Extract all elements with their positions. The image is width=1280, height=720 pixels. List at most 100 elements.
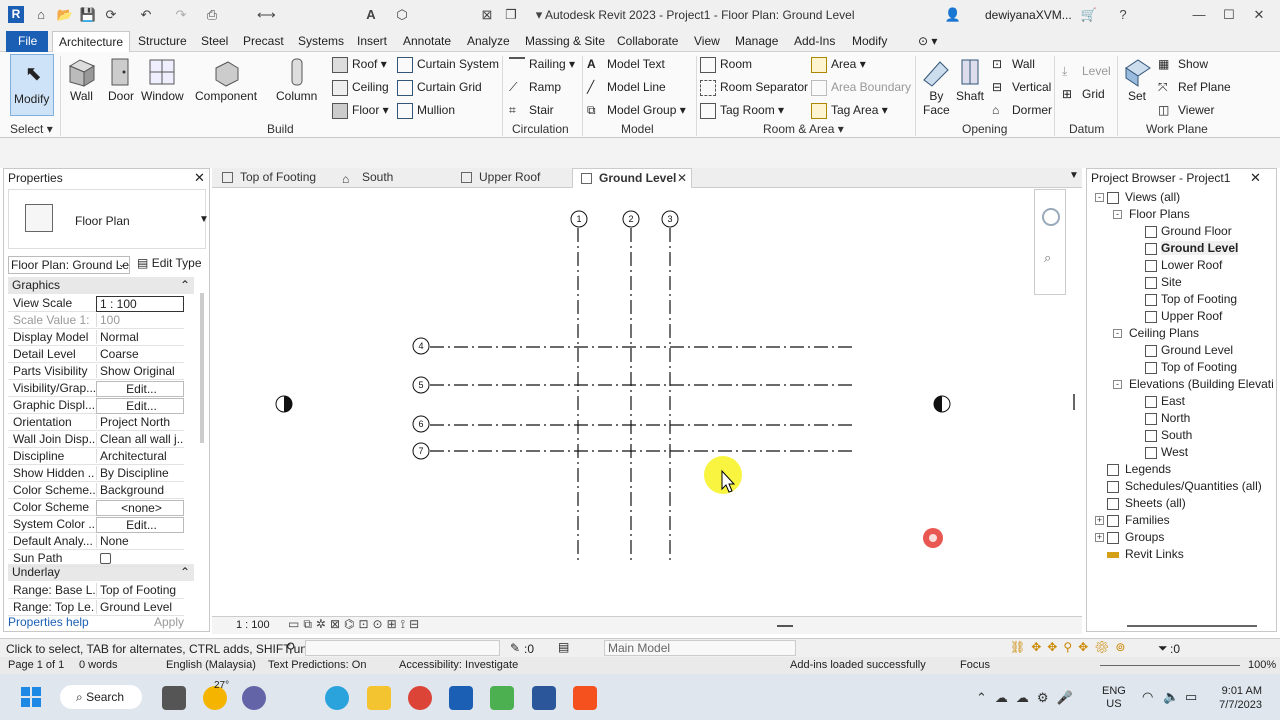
- tab-massing-site[interactable]: Massing & Site: [525, 31, 605, 52]
- undo-icon[interactable]: ↶: [137, 6, 155, 24]
- properties-help-link[interactable]: Properties help: [8, 615, 89, 629]
- tab-analyze[interactable]: Analyze: [467, 31, 510, 52]
- tray-icons[interactable]: ⌃☁☁⚙🎤: [976, 690, 1081, 706]
- tree-toggle-icon[interactable]: +: [1095, 533, 1104, 542]
- railing-button[interactable]: Railing ▾: [509, 57, 575, 73]
- tab-annotate[interactable]: Annotate: [403, 31, 451, 52]
- tab-precast[interactable]: Precast: [243, 31, 284, 52]
- tab-architecture[interactable]: Architecture: [52, 31, 131, 52]
- property-row[interactable]: Wall Join Disp... Clean all wall j...: [8, 431, 184, 448]
- property-value[interactable]: Edit...: [96, 381, 184, 397]
- telegram-icon[interactable]: [325, 686, 349, 710]
- property-row[interactable]: Visibility/Grap... Edit...: [8, 380, 184, 397]
- model-text-button[interactable]: A Model Text: [587, 57, 665, 73]
- tab-modify[interactable]: Modify: [852, 31, 887, 52]
- minimize-icon[interactable]: —: [1190, 6, 1208, 24]
- switch-windows-icon[interactable]: ❐: [502, 6, 520, 24]
- canvas-scrollbar[interactable]: [1073, 394, 1075, 410]
- property-value[interactable]: Architectural: [96, 449, 184, 463]
- ref-plane-button[interactable]: ⤧ Ref Plane: [1158, 80, 1231, 96]
- tag-room-button[interactable]: Tag Room ▾: [700, 103, 784, 119]
- drawing-canvas[interactable]: 1 2 3 4 5 6 7 ⌕: [212, 188, 1082, 616]
- property-value[interactable]: Clean all wall j...: [96, 432, 184, 446]
- view-tab-upper-roof[interactable]: Upper Roof: [453, 168, 571, 188]
- word-focus[interactable]: Focus: [960, 659, 990, 671]
- room-button[interactable]: Room: [700, 57, 752, 73]
- design-option-dropdown[interactable]: Main Model: [604, 640, 796, 656]
- tree-toggle-icon[interactable]: +: [1095, 516, 1104, 525]
- wall-opening-button[interactable]: ⊡ Wall: [992, 57, 1035, 73]
- detail-level-icon[interactable]: ▭⧉✲⊠⌬⊡⊙⊞⟟⊟: [288, 617, 423, 632]
- battery-icon[interactable]: ▭: [1185, 689, 1197, 705]
- close-hidden-icon[interactable]: ⊠: [478, 6, 496, 24]
- set-button[interactable]: Set: [1128, 89, 1146, 103]
- browser-item[interactable]: Views (all): [1125, 190, 1180, 204]
- select-panel-title[interactable]: Select ▾: [10, 122, 53, 136]
- browser-item[interactable]: North: [1161, 411, 1190, 425]
- recorder-icon[interactable]: [573, 686, 597, 710]
- tab-systems[interactable]: Systems: [298, 31, 344, 52]
- apply-button[interactable]: Apply: [154, 615, 184, 629]
- browser-item[interactable]: Lower Roof: [1161, 258, 1222, 272]
- tab-insert[interactable]: Insert: [357, 31, 387, 52]
- revit-taskbar-icon[interactable]: [449, 686, 473, 710]
- property-value[interactable]: Normal: [96, 330, 184, 344]
- tree-toggle-icon[interactable]: -: [1095, 193, 1104, 202]
- by-face-button[interactable]: By Face: [923, 89, 950, 117]
- edit-type-button[interactable]: ▤ Edit Type: [137, 256, 202, 270]
- teams-icon[interactable]: [242, 686, 266, 710]
- text-icon[interactable]: A: [362, 6, 380, 24]
- revit-logo-icon[interactable]: R: [8, 6, 24, 23]
- property-value[interactable]: Background: [96, 483, 184, 497]
- modify-button[interactable]: ⬉ Modify: [10, 54, 54, 116]
- roof-button[interactable]: Roof ▾: [332, 57, 387, 73]
- chrome-icon[interactable]: [408, 686, 432, 710]
- browser-item[interactable]: Upper Roof: [1161, 309, 1222, 323]
- measure-icon[interactable]: ⟷: [257, 6, 276, 24]
- grid-button[interactable]: ⊞ Grid: [1062, 87, 1105, 103]
- ribbon-options-icon[interactable]: ⊙ ▾: [918, 31, 937, 52]
- user-name[interactable]: dewiyanaXVM...: [985, 8, 1072, 22]
- close-tab-icon[interactable]: ✕: [677, 169, 687, 188]
- browser-item[interactable]: East: [1161, 394, 1185, 408]
- property-row[interactable]: Show Hidden ... By Discipline: [8, 465, 184, 482]
- zoom-icon[interactable]: ⌕: [1044, 250, 1051, 266]
- property-row[interactable]: Range: Top Le... Ground Level: [8, 599, 184, 616]
- task-view-icon[interactable]: [162, 686, 186, 710]
- tree-toggle-icon[interactable]: -: [1113, 329, 1122, 338]
- browser-item[interactable]: Sheets (all): [1125, 496, 1186, 510]
- view-tab-south[interactable]: ⌂ South: [336, 168, 446, 188]
- home-icon[interactable]: ⌂: [32, 6, 50, 24]
- sync-icon[interactable]: ⟳: [102, 6, 120, 24]
- floor-button[interactable]: Floor ▾: [332, 103, 389, 119]
- tab-manage[interactable]: Manage: [735, 31, 778, 52]
- window-button[interactable]: Window: [141, 89, 184, 103]
- curtain-system-button[interactable]: Curtain System: [397, 57, 499, 73]
- property-row[interactable]: Range: Base L... Top of Footing: [8, 582, 184, 599]
- input-language[interactable]: ENG US: [1102, 685, 1126, 711]
- view-tab-ground-level[interactable]: Ground Level ✕: [572, 168, 692, 188]
- property-row[interactable]: Discipline Architectural: [8, 448, 184, 465]
- tab-steel[interactable]: Steel: [201, 31, 228, 52]
- vertical-opening-button[interactable]: ⊟ Vertical: [992, 80, 1051, 96]
- browser-item[interactable]: Ground Level: [1161, 343, 1233, 357]
- design-options-icon[interactable]: ▤: [558, 640, 569, 654]
- editable-only-icon[interactable]: ✎: [510, 641, 520, 655]
- ramp-button[interactable]: ⟋ Ramp: [509, 80, 561, 96]
- browser-item[interactable]: Top of Footing: [1161, 292, 1237, 306]
- print-icon[interactable]: ⎙: [203, 6, 221, 24]
- tree-toggle-icon[interactable]: -: [1113, 380, 1122, 389]
- save-icon[interactable]: 💾: [79, 6, 97, 24]
- filter-icon[interactable]: ⏷: [1158, 641, 1168, 656]
- maximize-icon[interactable]: ☐: [1220, 6, 1238, 24]
- browser-item[interactable]: Ground Level: [1161, 241, 1239, 255]
- horizontal-scrollbar[interactable]: [777, 625, 793, 627]
- graphics-group[interactable]: Graphics ⌃: [8, 277, 194, 294]
- property-value[interactable]: 100: [96, 313, 184, 327]
- file-explorer-icon[interactable]: [367, 686, 391, 710]
- steering-wheel-icon[interactable]: [1042, 208, 1060, 226]
- properties-scrollbar[interactable]: [200, 293, 204, 443]
- tab-collaborate[interactable]: Collaborate: [617, 31, 678, 52]
- property-value[interactable]: Project North: [96, 415, 184, 429]
- browser-item[interactable]: Schedules/Quantities (all): [1125, 479, 1262, 493]
